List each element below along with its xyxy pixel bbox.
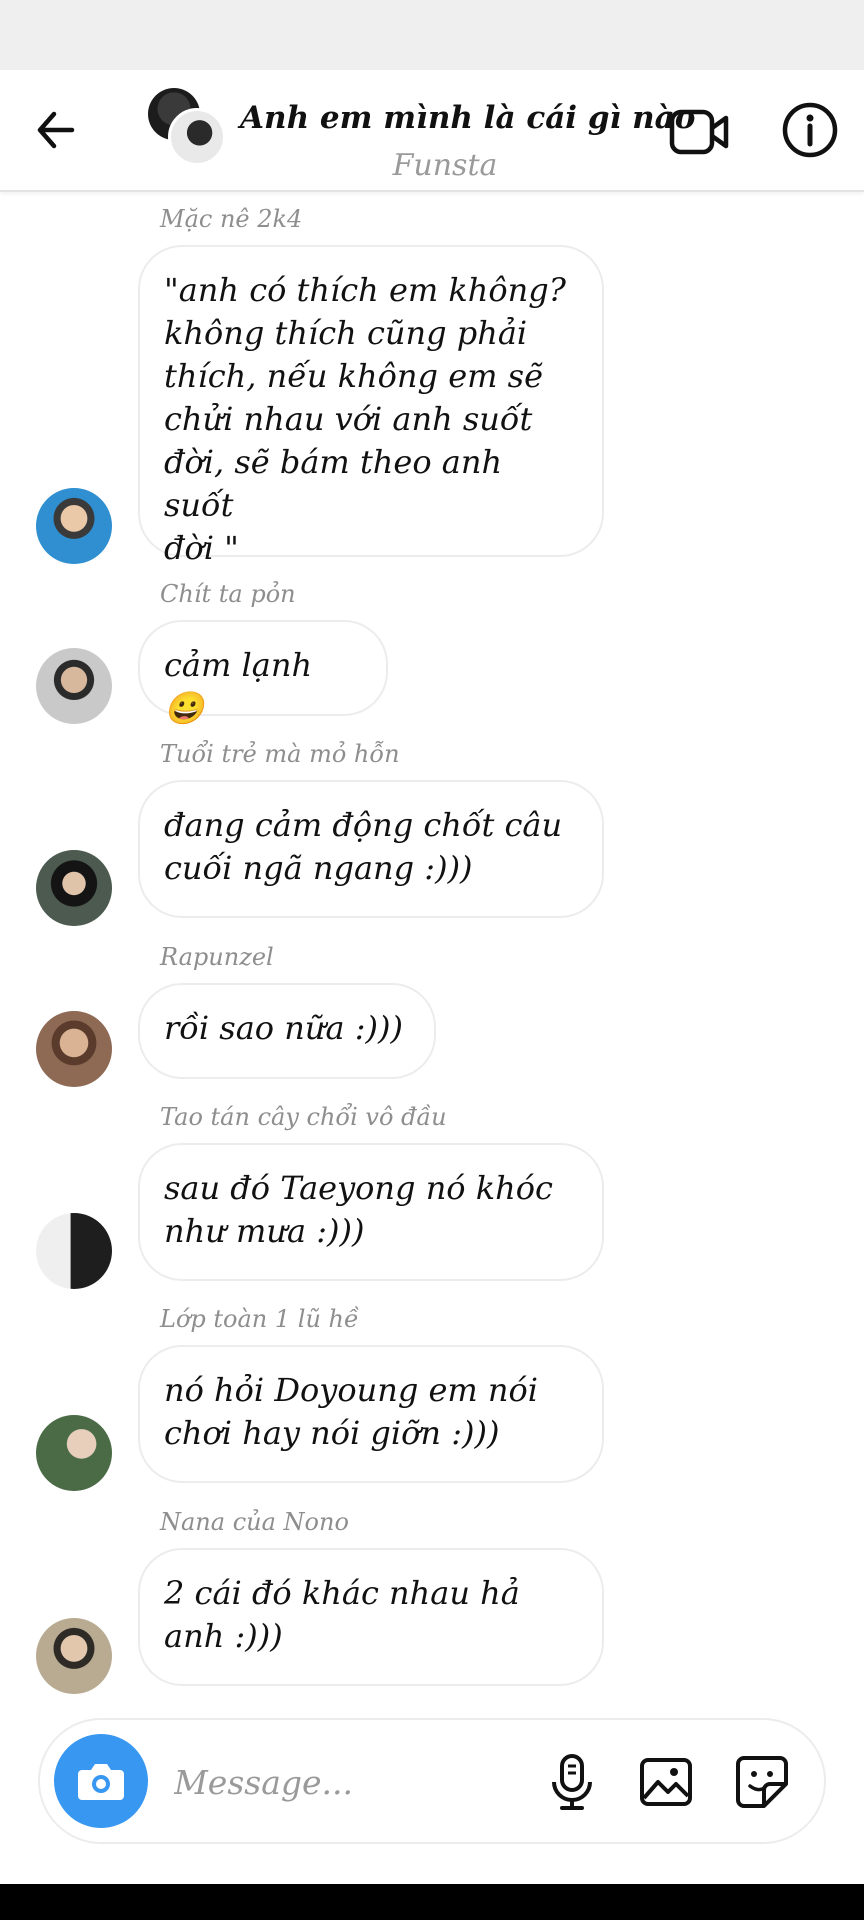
avatar[interactable] xyxy=(36,488,112,564)
info-button[interactable] xyxy=(778,98,842,162)
video-call-button[interactable] xyxy=(668,100,732,164)
gallery-icon xyxy=(640,1758,692,1806)
message-input[interactable] xyxy=(172,1748,556,1816)
message-line: sau đó Taeyong nó khóc xyxy=(164,1169,553,1207)
message-composer xyxy=(38,1718,826,1844)
sender-name: Chít ta pỏn xyxy=(160,580,296,608)
back-arrow-icon xyxy=(37,111,75,149)
message-line: chửi nhau với anh suốt xyxy=(164,400,533,438)
message-line: nó hỏi Doyoung em nói xyxy=(164,1371,539,1409)
avatar[interactable] xyxy=(36,1618,112,1694)
avatar[interactable] xyxy=(36,648,112,724)
sender-name: Tuổi trẻ mà mỏ hỗn xyxy=(160,740,400,768)
group-avatar[interactable] xyxy=(148,88,228,168)
message-line: đang cảm động chốt câu xyxy=(164,806,563,844)
sender-name: Rapunzel xyxy=(160,943,274,971)
back-button[interactable] xyxy=(32,100,92,160)
message-line: chơi hay nói giỡn :))) xyxy=(164,1414,500,1452)
video-call-icon xyxy=(669,109,729,155)
gallery-button[interactable] xyxy=(634,1750,698,1814)
sticker-icon xyxy=(736,1756,788,1808)
message-line: như mưa :))) xyxy=(164,1212,365,1250)
avatar[interactable] xyxy=(36,1213,112,1289)
microphone-button[interactable] xyxy=(540,1750,604,1814)
message-line: rồi sao nữa :))) xyxy=(164,1009,403,1047)
message-line: thích, nếu không em sẽ xyxy=(164,357,543,395)
message-bubble[interactable]: nó hỏi Doyoung em nói chơi hay nói giỡn … xyxy=(138,1345,604,1483)
camera-button[interactable] xyxy=(54,1734,148,1828)
microphone-icon xyxy=(552,1754,592,1810)
message-bubble[interactable]: đang cảm động chốt câu cuối ngã ngang :)… xyxy=(138,780,604,918)
avatar[interactable] xyxy=(36,1415,112,1491)
message-bubble[interactable]: 2 cái đó khác nhau hả anh :))) xyxy=(138,1548,604,1686)
group-avatar-photo-2 xyxy=(168,108,226,166)
system-nav-bar xyxy=(0,1884,864,1920)
message-bubble[interactable]: cảm lạnh 😀 xyxy=(138,620,388,727)
message-line: không thích cũng phải xyxy=(164,314,528,352)
message-bubble[interactable]: sau đó Taeyong nó khóc như mưa :))) xyxy=(138,1143,604,1281)
sticker-button[interactable] xyxy=(730,1750,794,1814)
message-line: anh :))) xyxy=(164,1617,283,1655)
sender-name: Tao tán cây chổi vô đầu xyxy=(160,1103,447,1131)
status-bar xyxy=(0,0,864,70)
message-line: "anh có thích em không? xyxy=(164,271,566,309)
avatar[interactable] xyxy=(36,1011,112,1087)
message-line: cảm lạnh 😀 xyxy=(164,646,313,727)
camera-icon xyxy=(78,1764,124,1800)
message-bubble[interactable]: rồi sao nữa :))) xyxy=(138,983,436,1079)
sender-name: Mặc nê 2k4 xyxy=(160,205,303,233)
chat-header: Anh em mình là cái gì nào Funsta xyxy=(0,70,864,192)
info-icon xyxy=(782,102,838,158)
message-line: đời, sẽ bám theo anh suốt xyxy=(164,443,503,524)
message-line: 2 cái đó khác nhau hả xyxy=(164,1574,520,1612)
sender-name: Lớp toàn 1 lũ hề xyxy=(160,1305,359,1333)
avatar[interactable] xyxy=(36,850,112,926)
sender-name: Nana của Nono xyxy=(160,1508,349,1536)
message-line: cuối ngã ngang :))) xyxy=(164,849,473,887)
message-line: đời " xyxy=(164,529,239,567)
chat-subtitle: Funsta xyxy=(392,148,498,183)
chat-title[interactable]: Anh em mình là cái gì nào xyxy=(240,100,695,136)
message-bubble[interactable]: "anh có thích em không? không thích cũng… xyxy=(138,245,604,567)
